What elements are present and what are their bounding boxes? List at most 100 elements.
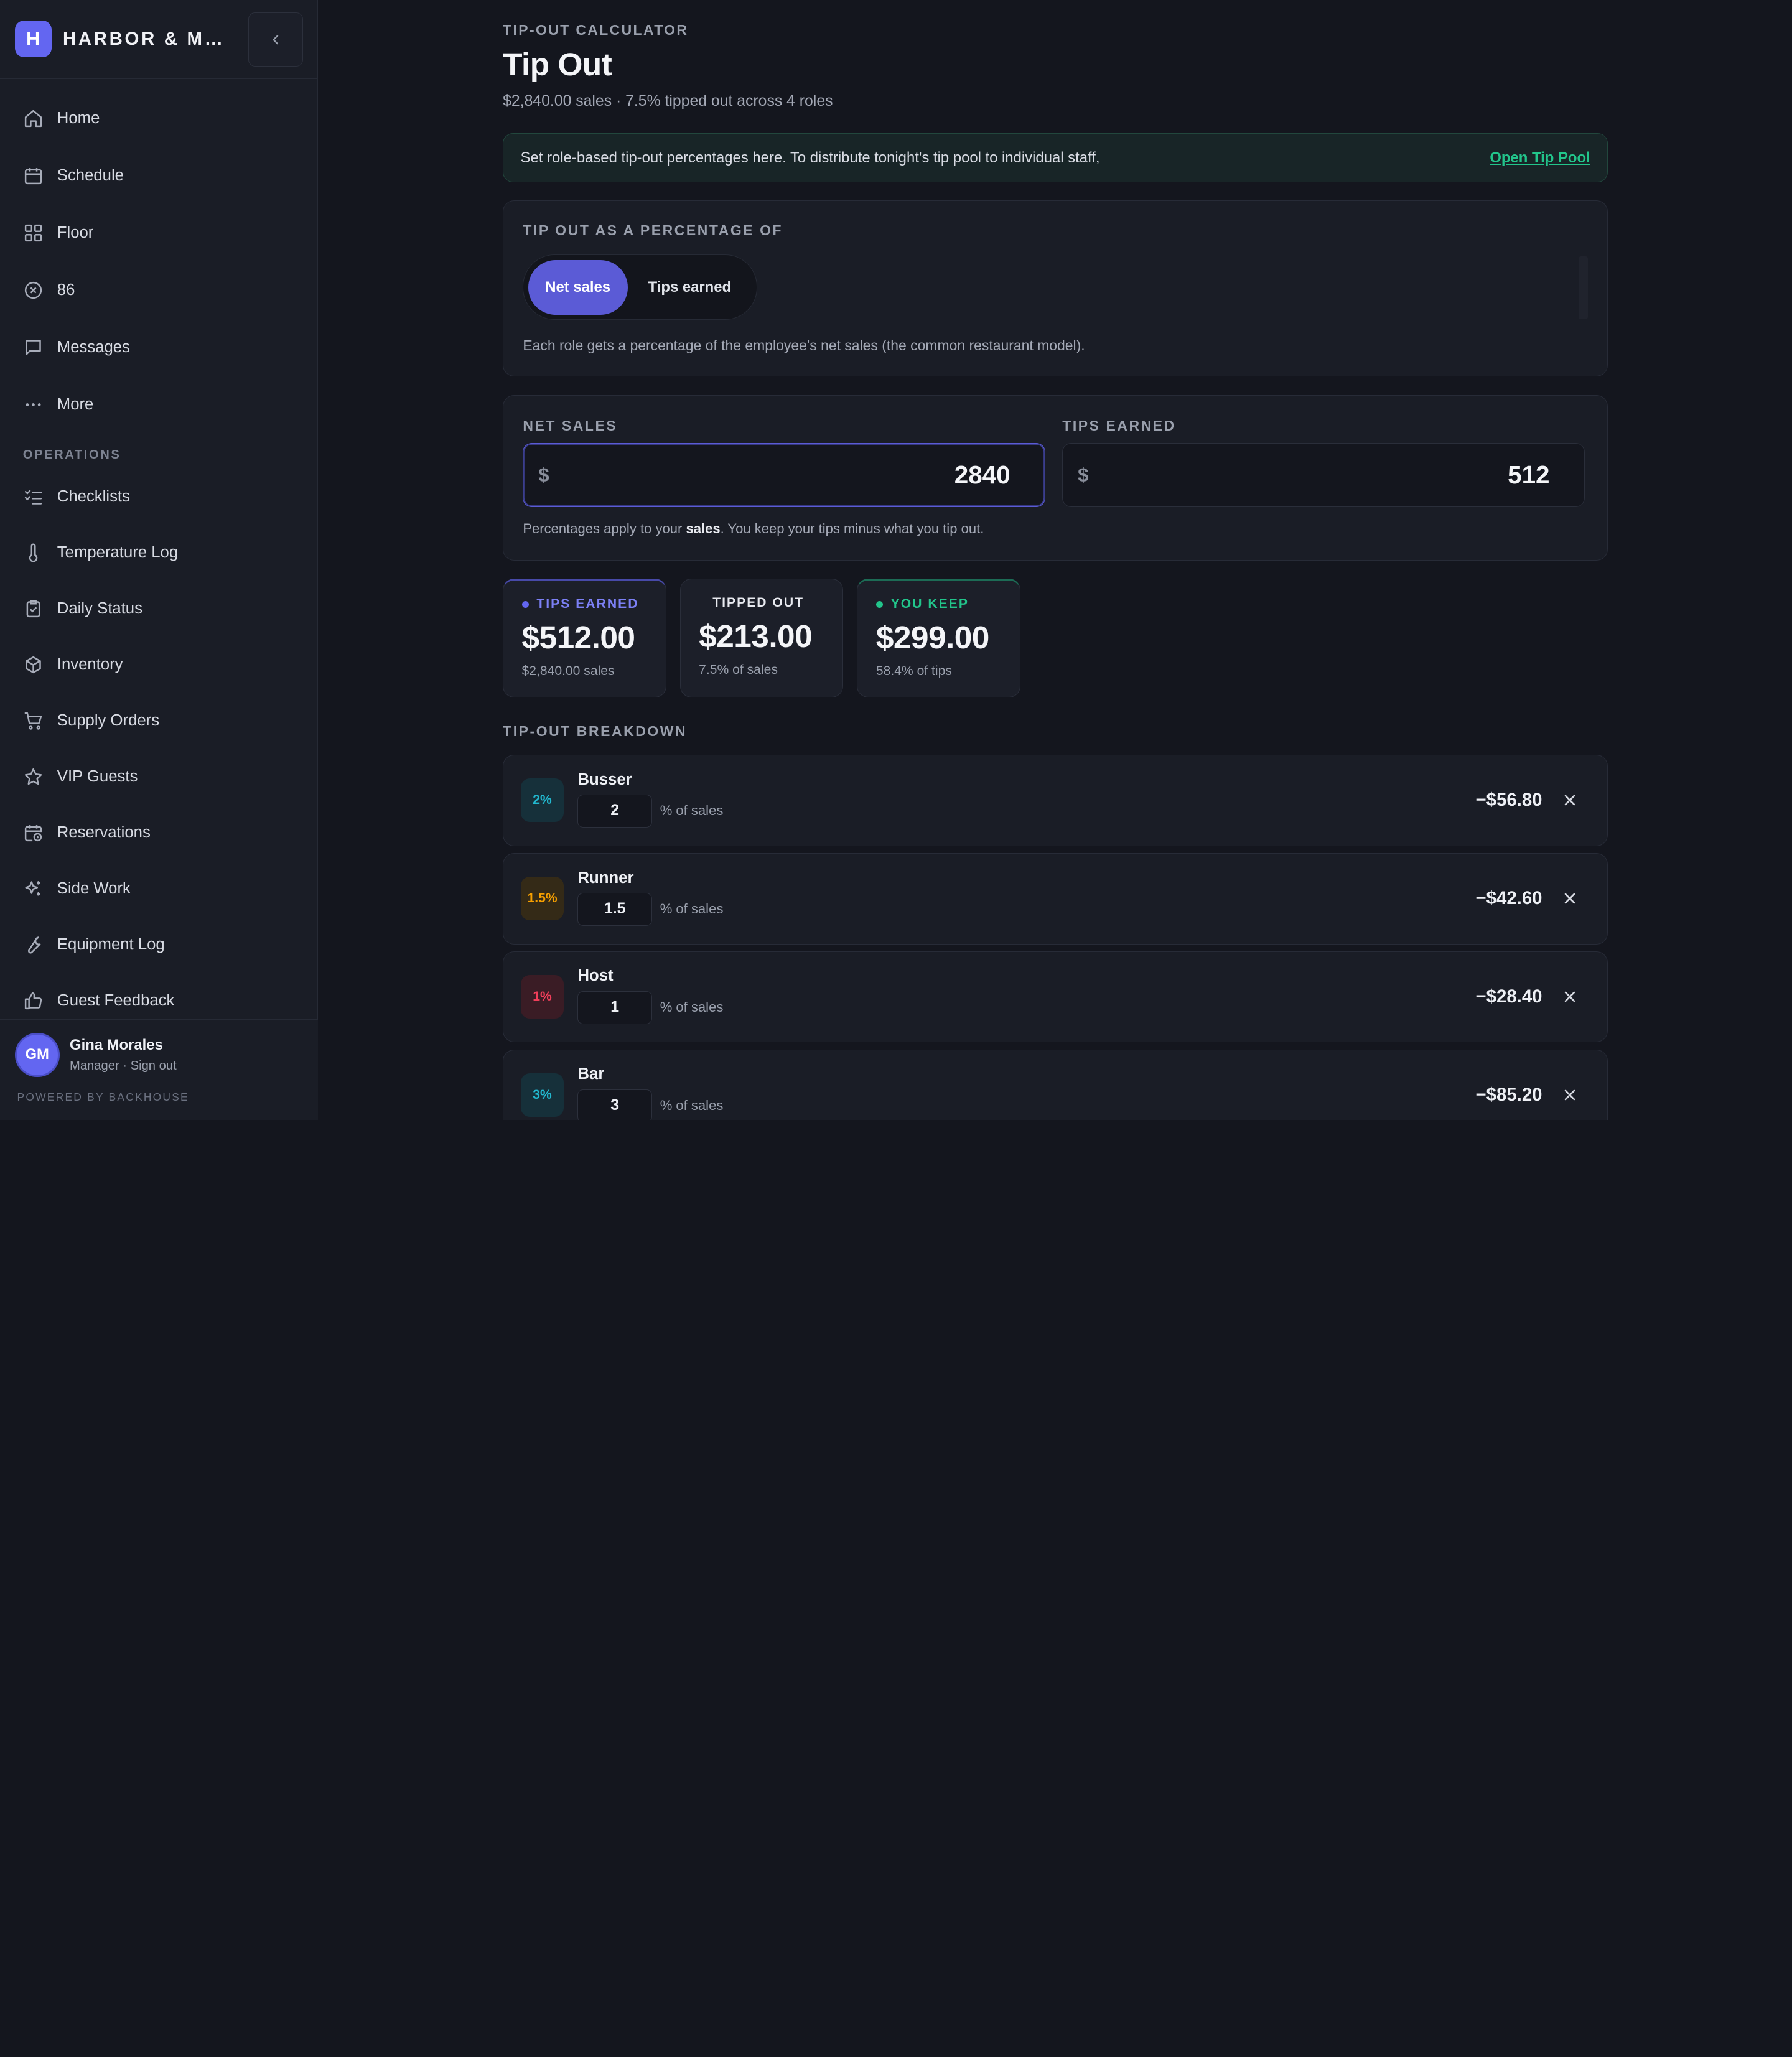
sidebar-item-label: Home	[57, 110, 100, 128]
powered-by: POWERED BY BACKHOUSE	[17, 1091, 189, 1104]
avatar[interactable]: GM	[14, 1032, 60, 1078]
sidebar-item-inventory[interactable]: Inventory	[0, 637, 317, 693]
close-icon	[1564, 991, 1575, 1002]
note-text-bold: sales	[686, 521, 721, 537]
role-unit: % of sales	[660, 803, 724, 819]
sidebar-item-supply-orders[interactable]: Supply Orders	[0, 693, 317, 749]
home-icon	[23, 108, 44, 129]
main-content: TIP-OUT CALCULATOR Tip Out $2,840.00 sal…	[318, 0, 1792, 1120]
role-percent-input[interactable]: 1	[577, 991, 652, 1024]
sidebar-item-side-work[interactable]: Side Work	[0, 861, 317, 917]
sidebar-item-schedule[interactable]: Schedule	[0, 147, 317, 205]
role-name: Busser	[577, 770, 632, 788]
stat-keep-label: YOU KEEP	[875, 597, 1002, 612]
role-info: Host 1 % of sales	[577, 967, 723, 1024]
tips-earned-option[interactable]: Tips earned	[628, 260, 752, 315]
role-unit: % of sales	[660, 999, 724, 1015]
stat-tipped-sub: 7.5% of sales	[699, 662, 778, 677]
role-percent-input[interactable]: 1.5	[577, 892, 652, 926]
message-icon	[23, 337, 44, 358]
status-dot	[521, 600, 529, 608]
sidebar-item-vip-guests[interactable]: VIP Guests	[0, 749, 317, 805]
wrench-icon	[23, 935, 44, 955]
stat-tips-sub: $2,840.00 sales	[521, 663, 615, 678]
note-text-before: Percentages apply to your	[523, 521, 686, 537]
summary-stats: TIPS EARNED $512.00 $2,840.00 sales TIPP…	[503, 579, 1608, 698]
remove-role-button[interactable]	[1561, 1086, 1579, 1104]
page-subtitle: $2,840.00 sales · 7.5% tipped out across…	[503, 93, 833, 110]
stat-tips-label: TIPS EARNED	[521, 597, 648, 612]
percent-badge: 3%	[520, 1073, 564, 1117]
sidebar-item-label: Supply Orders	[57, 712, 160, 730]
sidebar-item-86[interactable]: 86	[0, 262, 317, 319]
checklist-icon	[23, 487, 44, 507]
sidebar-item-home[interactable]: Home	[0, 90, 317, 147]
net-sales-value[interactable]: 2840	[954, 460, 1010, 490]
net-sales-field[interactable]: $ 2840	[523, 443, 1045, 508]
sidebar-item-label: Messages	[57, 338, 130, 356]
remove-role-button[interactable]	[1561, 791, 1579, 809]
stat-keep-value: $299.00	[875, 619, 990, 656]
role-input-row: 2 % of sales	[577, 794, 724, 828]
role-input-row: 1 % of sales	[577, 991, 723, 1024]
role-percent-input[interactable]: 3	[577, 1089, 652, 1120]
scrollbar[interactable]	[1579, 256, 1588, 319]
status-dot	[875, 600, 883, 608]
user-role-sign-out[interactable]: Manager · Sign out	[70, 1059, 177, 1073]
sidebar-item-label: 86	[57, 281, 75, 299]
role-input-row: 3 % of sales	[577, 1089, 723, 1120]
currency-symbol: $	[1078, 464, 1089, 486]
stat-you-keep: YOU KEEP $299.00 58.4% of tips	[857, 579, 1021, 698]
sidebar-item-label: Temperature Log	[57, 544, 179, 562]
stat-tipped-out: TIPPED OUT $213.00 7.5% of sales	[679, 579, 844, 698]
user-panel: GM Gina Morales Manager · Sign out POWER…	[0, 1019, 318, 1120]
sidebar-item-checklists[interactable]: Checklists	[0, 469, 317, 525]
tips-earned-label: TIPS EARNED	[1062, 417, 1176, 434]
clipboard-check-icon	[23, 599, 44, 619]
net-sales-group: NET SALES $ 2840	[523, 417, 1045, 508]
stat-tipped-value: $213.00	[699, 618, 813, 655]
breakdown-row-runner: 1.5% Runner 1.5 % of sales −$42.60	[503, 852, 1608, 945]
sidebar-item-label: Reservations	[57, 824, 151, 842]
role-unit: % of sales	[660, 1098, 724, 1114]
collapse-sidebar-button[interactable]	[248, 12, 303, 67]
user-name: Gina Morales	[70, 1037, 163, 1054]
remove-role-button[interactable]	[1561, 889, 1579, 907]
calendar-clock-icon	[23, 823, 44, 843]
role-amount: −$28.40	[1475, 986, 1542, 1007]
role-percent-input[interactable]: 2	[577, 794, 652, 828]
sidebar-item-temperature-log[interactable]: Temperature Log	[0, 525, 317, 581]
sidebar-item-reservations[interactable]: Reservations	[0, 805, 317, 861]
stat-keep-sub: 58.4% of tips	[875, 663, 952, 678]
tips-earned-field[interactable]: $ 512	[1062, 443, 1585, 508]
thermometer-icon	[23, 543, 44, 563]
sidebar-item-more[interactable]: More	[0, 376, 317, 433]
tips-earned-value[interactable]: 512	[1508, 460, 1549, 490]
grid-icon	[23, 223, 44, 243]
open-tip-pool-link[interactable]: Open Tip Pool	[1490, 149, 1590, 167]
role-input-row: 1.5 % of sales	[577, 892, 723, 926]
remove-role-button[interactable]	[1561, 987, 1579, 1005]
cart-icon	[23, 711, 44, 731]
close-icon	[1564, 795, 1575, 806]
brand-logo[interactable]: H	[14, 21, 52, 58]
brand-header: H HARBOR & MA…	[0, 0, 317, 79]
sidebar: H HARBOR & MA… Home Schedule Floor 86 Me…	[0, 0, 318, 1120]
sidebar-item-floor[interactable]: Floor	[0, 205, 317, 262]
net-sales-option[interactable]: Net sales	[528, 259, 628, 315]
role-info: Runner 1.5 % of sales	[577, 869, 723, 926]
sidebar-item-label: Daily Status	[57, 600, 142, 618]
brand-name[interactable]: HARBOR & MA…	[63, 29, 235, 50]
role-name: Host	[577, 967, 614, 985]
sidebar-item-equipment-log[interactable]: Equipment Log	[0, 917, 317, 973]
sidebar-item-daily-status[interactable]: Daily Status	[0, 581, 317, 637]
user-row[interactable]: GM Gina Morales Manager · Sign out	[14, 1032, 303, 1078]
basis-card: TIP OUT AS A PERCENTAGE OF Net sales Tip…	[503, 200, 1608, 377]
sidebar-item-messages[interactable]: Messages	[0, 319, 317, 376]
basis-description: Each role gets a percentage of the emplo…	[523, 337, 1085, 353]
breakdown-row-busser: 2% Busser 2 % of sales −$56.80	[503, 754, 1608, 846]
percent-badge: 2%	[520, 778, 564, 823]
role-info: Bar 3 % of sales	[577, 1065, 723, 1120]
sidebar-nav: Home Schedule Floor 86 Messages More OPE…	[0, 79, 317, 1120]
close-icon	[1564, 893, 1575, 904]
